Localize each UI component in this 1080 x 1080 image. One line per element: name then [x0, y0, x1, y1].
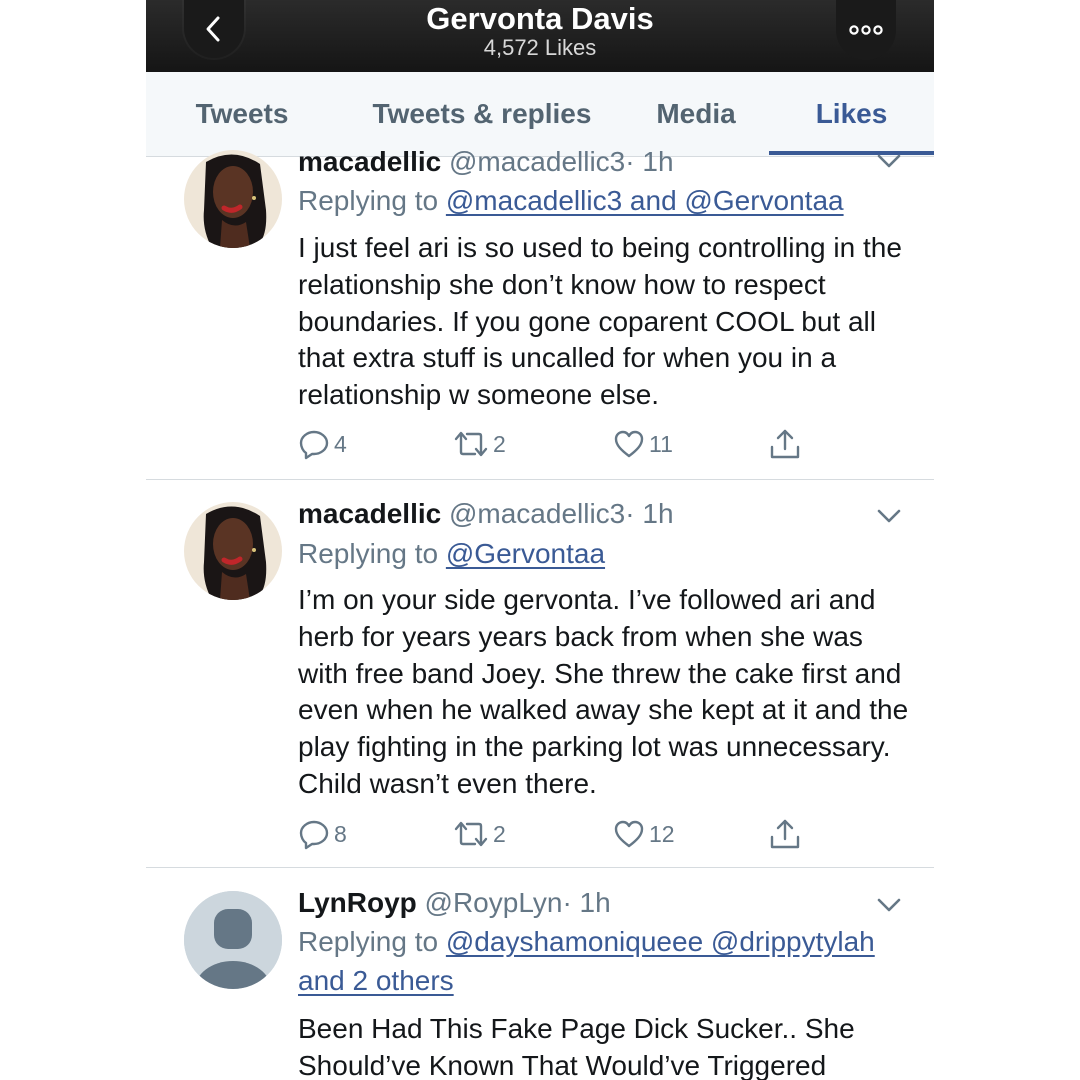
tweet[interactable]: LynRoyp @RoypLyn· 1h Replying to @daysha…	[146, 868, 934, 1080]
share-icon	[770, 429, 800, 459]
replying-to: Replying to @macadellic3 and @Gervontaa	[298, 181, 908, 220]
tweet-text: I just feel ari is so used to being cont…	[298, 232, 902, 411]
tweet[interactable]: macadellic @macadellic3· 1h Replying to …	[146, 146, 934, 480]
display-name[interactable]: LynRoyp	[298, 887, 417, 918]
display-name[interactable]: macadellic	[298, 498, 441, 529]
like-icon	[614, 820, 644, 848]
retweet-count: 2	[493, 430, 506, 457]
retweet-count: 2	[493, 820, 506, 847]
retweet-icon	[454, 821, 488, 847]
tweet[interactable]: macadellic @macadellic3· 1h Replying to …	[146, 480, 934, 868]
tweet-actions: 8 2 12	[298, 814, 838, 854]
more-icon	[849, 25, 883, 35]
tweet-actions: 4 2 11	[298, 424, 838, 464]
replying-to-label: Replying to	[298, 185, 439, 216]
like-button[interactable]: 11	[613, 424, 673, 464]
profile-name-title: Gervonta Davis	[426, 1, 654, 36]
like-button[interactable]: 12	[613, 814, 675, 854]
reply-icon	[299, 820, 329, 850]
retweet-icon	[454, 431, 488, 457]
tweet-header: LynRoyp @RoypLyn· 1h	[298, 886, 611, 920]
avatar[interactable]	[184, 150, 282, 248]
tweet-text: I’m on your side gervonta. I’ve followed…	[298, 584, 909, 799]
tweet-text: Been Had This Fake Page Dick Sucker.. Sh…	[298, 1013, 855, 1080]
like-count: 11	[649, 430, 673, 457]
default-avatar[interactable]	[184, 891, 282, 989]
tab-media[interactable]: Media	[626, 72, 766, 156]
retweet-button[interactable]: 2	[453, 424, 506, 464]
replying-to-mentions[interactable]: @macadellic3 and @Gervontaa	[446, 185, 844, 216]
active-tab-indicator	[769, 151, 934, 155]
tweet-header: macadellic @macadellic3· 1h	[298, 497, 674, 531]
share-button[interactable]	[768, 424, 802, 464]
retweet-button[interactable]: 2	[453, 814, 506, 854]
like-count: 12	[649, 820, 675, 847]
avatar[interactable]	[184, 502, 282, 600]
reply-count: 4	[334, 430, 347, 457]
tweet-time: · 1h	[625, 498, 674, 529]
chevron-down-icon[interactable]	[876, 508, 902, 524]
tweet-header: macadellic @macadellic3· 1h	[298, 145, 674, 179]
share-button[interactable]	[768, 814, 802, 854]
profile-screen: Gervonta Davis 4,572 Likes Tweets Tweets…	[146, 0, 934, 1080]
reply-button[interactable]: 4	[298, 424, 347, 464]
chevron-down-icon[interactable]	[876, 897, 902, 913]
likes-count: 4,572 Likes	[483, 35, 597, 60]
tab-tweets[interactable]: Tweets	[146, 72, 338, 156]
tweet-time: · 1h	[562, 887, 611, 918]
replying-to-mentions[interactable]: @Gervontaa	[446, 538, 605, 569]
replying-to: Replying to @Gervontaa	[298, 534, 908, 573]
more-button[interactable]	[836, 0, 896, 60]
replying-to: Replying to @dayshamoniqueee @drippytyla…	[298, 922, 908, 1000]
user-handle: @macadellic3	[448, 498, 626, 529]
chevron-down-icon[interactable]	[876, 153, 902, 169]
display-name[interactable]: macadellic	[298, 146, 441, 177]
tab-likes[interactable]: Likes	[769, 72, 934, 156]
replying-to-label: Replying to	[298, 926, 439, 957]
tweet-time: · 1h	[625, 146, 674, 177]
reply-icon	[299, 430, 329, 460]
user-handle: @RoypLyn	[424, 887, 563, 918]
reply-count: 8	[334, 820, 347, 847]
like-icon	[614, 430, 644, 458]
tab-tweets-replies[interactable]: Tweets & replies	[351, 72, 613, 156]
share-icon	[770, 819, 800, 849]
reply-button[interactable]: 8	[298, 814, 347, 854]
profile-header: Gervonta Davis 4,572 Likes	[146, 0, 934, 72]
replying-to-label: Replying to	[298, 538, 439, 569]
user-handle: @macadellic3	[448, 146, 626, 177]
